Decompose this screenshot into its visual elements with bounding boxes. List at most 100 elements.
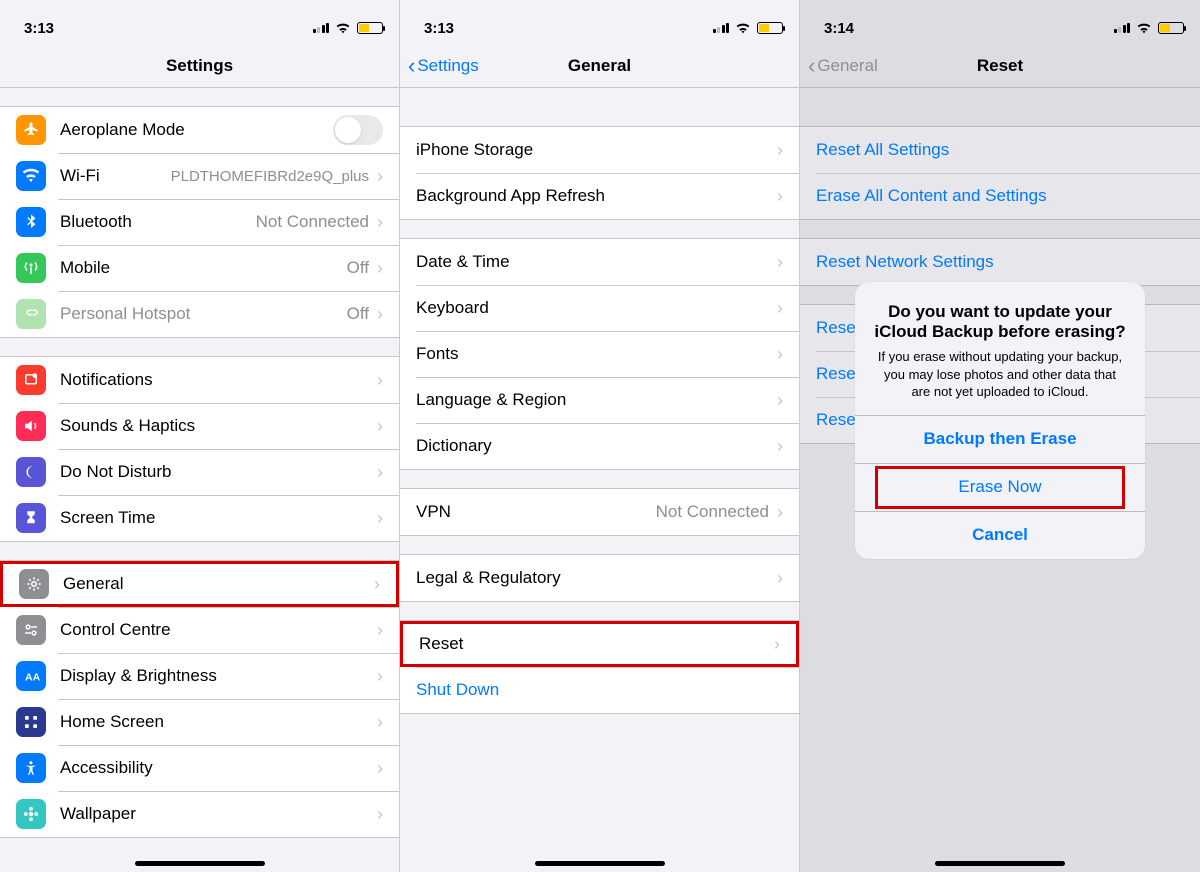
row-do-not-disturb[interactable]: Do Not Disturb › bbox=[0, 449, 399, 495]
row-bluetooth[interactable]: Bluetooth Not Connected › bbox=[0, 199, 399, 245]
cancel-button[interactable]: Cancel bbox=[855, 511, 1145, 559]
chevron-right-icon: › bbox=[374, 574, 380, 595]
row-reset[interactable]: Reset› bbox=[400, 621, 799, 667]
row-vpn[interactable]: VPNNot Connected› bbox=[400, 489, 799, 535]
backup-then-erase-button[interactable]: Backup then Erase bbox=[855, 415, 1145, 463]
home-indicator[interactable] bbox=[535, 861, 665, 866]
chevron-right-icon: › bbox=[377, 166, 383, 187]
battery-icon bbox=[357, 22, 383, 34]
row-wallpaper[interactable]: Wallpaper › bbox=[0, 791, 399, 837]
chevron-right-icon: › bbox=[774, 634, 780, 655]
label: Do Not Disturb bbox=[60, 462, 377, 482]
row-dictionary[interactable]: Dictionary› bbox=[400, 423, 799, 469]
chevron-right-icon: › bbox=[377, 804, 383, 825]
erase-now-button[interactable]: Erase Now bbox=[855, 463, 1145, 511]
label: Home Screen bbox=[60, 712, 377, 732]
cellular-signal-icon bbox=[713, 23, 730, 33]
row-home-screen[interactable]: Home Screen › bbox=[0, 699, 399, 745]
row-background-app-refresh[interactable]: Background App Refresh› bbox=[400, 173, 799, 219]
chevron-right-icon: › bbox=[777, 502, 783, 523]
row-personal-hotspot[interactable]: Personal Hotspot Off › bbox=[0, 291, 399, 337]
alert-dialog: Do you want to update your iCloud Backup… bbox=[855, 282, 1145, 559]
chevron-right-icon: › bbox=[377, 212, 383, 233]
settings-list[interactable]: Aeroplane Mode Wi-Fi PLDTHOMEFIBRd2e9Q_p… bbox=[0, 88, 399, 872]
label: General bbox=[63, 574, 374, 594]
row-display-brightness[interactable]: AA Display & Brightness › bbox=[0, 653, 399, 699]
row-shut-down[interactable]: Shut Down bbox=[400, 667, 799, 713]
status-bar: 3:13 bbox=[0, 0, 399, 44]
nav-bar: Settings bbox=[0, 44, 399, 88]
label: Notifications bbox=[60, 370, 377, 390]
antenna-icon bbox=[16, 253, 46, 283]
label: Screen Time bbox=[60, 508, 377, 528]
label: Display & Brightness bbox=[60, 666, 377, 686]
value: Off bbox=[347, 304, 369, 324]
chevron-right-icon: › bbox=[377, 462, 383, 483]
alert-description: If you erase without updating your backu… bbox=[873, 348, 1127, 401]
flower-icon bbox=[16, 799, 46, 829]
row-date-time[interactable]: Date & Time› bbox=[400, 239, 799, 285]
label: Control Centre bbox=[60, 620, 377, 640]
chevron-right-icon: › bbox=[377, 508, 383, 529]
text-size-icon: AA bbox=[16, 661, 46, 691]
row-reset-network: Reset Network Settings bbox=[800, 239, 1200, 285]
wifi-icon bbox=[1136, 22, 1152, 34]
row-legal-regulatory[interactable]: Legal & Regulatory› bbox=[400, 555, 799, 601]
row-language-region[interactable]: Language & Region› bbox=[400, 377, 799, 423]
wifi-icon bbox=[735, 22, 751, 34]
label: Aeroplane Mode bbox=[60, 120, 333, 140]
battery-icon bbox=[757, 22, 783, 34]
status-time: 3:13 bbox=[424, 20, 454, 37]
row-general[interactable]: General › bbox=[0, 561, 399, 607]
row-wifi[interactable]: Wi-Fi PLDTHOMEFIBRd2e9Q_plus › bbox=[0, 153, 399, 199]
label: Accessibility bbox=[60, 758, 377, 778]
page-title: Settings bbox=[0, 56, 399, 76]
label: Bluetooth bbox=[60, 212, 256, 232]
alert-title: Do you want to update your iCloud Backup… bbox=[873, 302, 1127, 342]
home-indicator[interactable] bbox=[135, 861, 265, 866]
row-erase-all-content: Erase All Content and Settings bbox=[800, 173, 1200, 219]
toggle[interactable] bbox=[333, 115, 383, 145]
status-bar: 3:13 bbox=[400, 0, 799, 44]
chevron-right-icon: › bbox=[377, 304, 383, 325]
status-bar: 3:14 bbox=[800, 0, 1200, 44]
row-accessibility[interactable]: Accessibility › bbox=[0, 745, 399, 791]
chevron-right-icon: › bbox=[377, 416, 383, 437]
chevron-right-icon: › bbox=[377, 620, 383, 641]
chevron-left-icon: ‹ bbox=[808, 55, 815, 77]
wifi-icon bbox=[335, 22, 351, 34]
airplane-icon bbox=[16, 115, 46, 145]
back-button[interactable]: ‹Settings bbox=[408, 55, 479, 77]
chevron-right-icon: › bbox=[777, 390, 783, 411]
row-mobile[interactable]: Mobile Off › bbox=[0, 245, 399, 291]
wifi-icon bbox=[16, 161, 46, 191]
bluetooth-icon bbox=[16, 207, 46, 237]
general-list[interactable]: iPhone Storage› Background App Refresh› … bbox=[400, 88, 799, 872]
speaker-icon bbox=[16, 411, 46, 441]
moon-icon bbox=[16, 457, 46, 487]
status-time: 3:13 bbox=[24, 20, 54, 37]
row-iphone-storage[interactable]: iPhone Storage› bbox=[400, 127, 799, 173]
home-indicator[interactable] bbox=[935, 861, 1065, 866]
chevron-right-icon: › bbox=[777, 252, 783, 273]
value: Off bbox=[347, 258, 369, 278]
sliders-icon bbox=[16, 615, 46, 645]
row-notifications[interactable]: Notifications › bbox=[0, 357, 399, 403]
row-screen-time[interactable]: Screen Time › bbox=[0, 495, 399, 541]
label: Personal Hotspot bbox=[60, 304, 347, 324]
accessibility-icon bbox=[16, 753, 46, 783]
row-keyboard[interactable]: Keyboard› bbox=[400, 285, 799, 331]
row-control-centre[interactable]: Control Centre › bbox=[0, 607, 399, 653]
chevron-right-icon: › bbox=[777, 186, 783, 207]
link-icon bbox=[16, 299, 46, 329]
label: Wi-Fi bbox=[60, 166, 171, 186]
svg-text:AA: AA bbox=[25, 672, 40, 684]
chevron-right-icon: › bbox=[777, 298, 783, 319]
row-sounds-haptics[interactable]: Sounds & Haptics › bbox=[0, 403, 399, 449]
status-time: 3:14 bbox=[824, 20, 854, 37]
row-aeroplane-mode[interactable]: Aeroplane Mode bbox=[0, 107, 399, 153]
row-fonts[interactable]: Fonts› bbox=[400, 331, 799, 377]
chevron-right-icon: › bbox=[377, 258, 383, 279]
chevron-right-icon: › bbox=[777, 436, 783, 457]
hourglass-icon bbox=[16, 503, 46, 533]
